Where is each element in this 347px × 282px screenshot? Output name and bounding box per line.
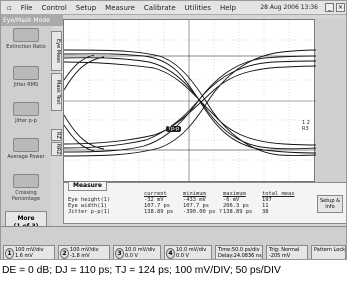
- channel-bar: 1 100 mV/div 1.6 mV 2 100 mV/div -1.8 mV…: [1, 226, 346, 259]
- eye-diagram-graticule: [64, 20, 316, 183]
- timebase-button[interactable]: Time:50.0 ps/div Delay:24.0836 ns: [215, 245, 263, 259]
- measure-table: current minimum maximum total meas Eye h…: [68, 191, 294, 215]
- mode-label: Eye/Mask Mode: [1, 15, 63, 26]
- menu-measure[interactable]: Measure: [105, 4, 135, 12]
- menu-file[interactable]: File: [21, 4, 33, 12]
- measure-tab[interactable]: Measure: [68, 182, 107, 191]
- jitter-rms-icon: [13, 66, 39, 80]
- date-time: 28 Aug 2006 13:36: [260, 4, 318, 11]
- menu-help[interactable]: Help: [220, 4, 236, 12]
- tab-mask-test[interactable]: Mask Test: [51, 73, 62, 111]
- tab-rz[interactable]: RZ: [51, 129, 62, 141]
- eye-diagram-display: Tp-p 1 2 R3: [63, 19, 316, 183]
- channel-1-button[interactable]: 1 100 mV/div 1.6 mV: [3, 245, 55, 259]
- average-power-button[interactable]: Average Power: [5, 138, 47, 160]
- right-side-strip: [316, 19, 346, 182]
- menu-bar: ▫ File Control Setup Measure Calibrate U…: [1, 1, 346, 15]
- jitter-pp-icon: [13, 102, 39, 116]
- left-measure-panel: Extinction Ratio Jitter RMS Jitter p-p A…: [1, 26, 51, 236]
- channel-2-button[interactable]: 2 100 mV/div -1.8 mV: [58, 245, 110, 259]
- jitter-marker[interactable]: Tp-p: [166, 126, 182, 132]
- jitter-rms-button[interactable]: Jitter RMS: [5, 66, 47, 88]
- minimize-icon[interactable]: _: [325, 3, 334, 12]
- jitter-pp-button[interactable]: Jitter p-p: [5, 102, 47, 124]
- measure-panel: Measure current minimum maximum total me…: [63, 182, 346, 224]
- extinction-ratio-button[interactable]: Extinction Ratio: [5, 28, 47, 50]
- menu-control[interactable]: Control: [41, 4, 66, 12]
- menu-file-icon[interactable]: ▫: [7, 4, 12, 12]
- close-icon[interactable]: ×: [336, 3, 345, 12]
- menu-utilities[interactable]: Utilities: [185, 4, 211, 12]
- scope-screenshot: ▫ File Control Setup Measure Calibrate U…: [0, 0, 347, 260]
- trigger-button[interactable]: Trig: Normal -205 mV: [266, 245, 308, 259]
- average-power-icon: [13, 138, 39, 152]
- setup-info-button[interactable]: Setup & Info: [317, 195, 343, 213]
- tab-nrz[interactable]: NRZ: [51, 142, 62, 156]
- pattern-lock-button[interactable]: Pattern Lock: [311, 245, 346, 259]
- channel-3-button[interactable]: 3 10.0 mV/div 0.0 V: [113, 245, 161, 259]
- crossing-percentage-button[interactable]: Crossing Percentage: [5, 174, 47, 202]
- channel-markers: 1 2 R3: [302, 120, 310, 132]
- menu-calibrate[interactable]: Calibrate: [144, 4, 176, 12]
- menu-setup[interactable]: Setup: [76, 4, 96, 12]
- caption: DE = 0 dB; DJ = 110 ps; TJ = 124 ps; 100…: [2, 265, 281, 276]
- tab-eye-meas[interactable]: Eye Meas: [51, 31, 62, 71]
- crossing-percentage-icon: [13, 174, 39, 188]
- measure-row-jitter-pp: Jitter p-p(1) 138.89 ps -390.00 ps ? 138…: [68, 209, 269, 215]
- extinction-ratio-icon: [13, 28, 39, 42]
- channel-4-button[interactable]: 4 10.0 mV/div 0.0 V: [164, 245, 212, 259]
